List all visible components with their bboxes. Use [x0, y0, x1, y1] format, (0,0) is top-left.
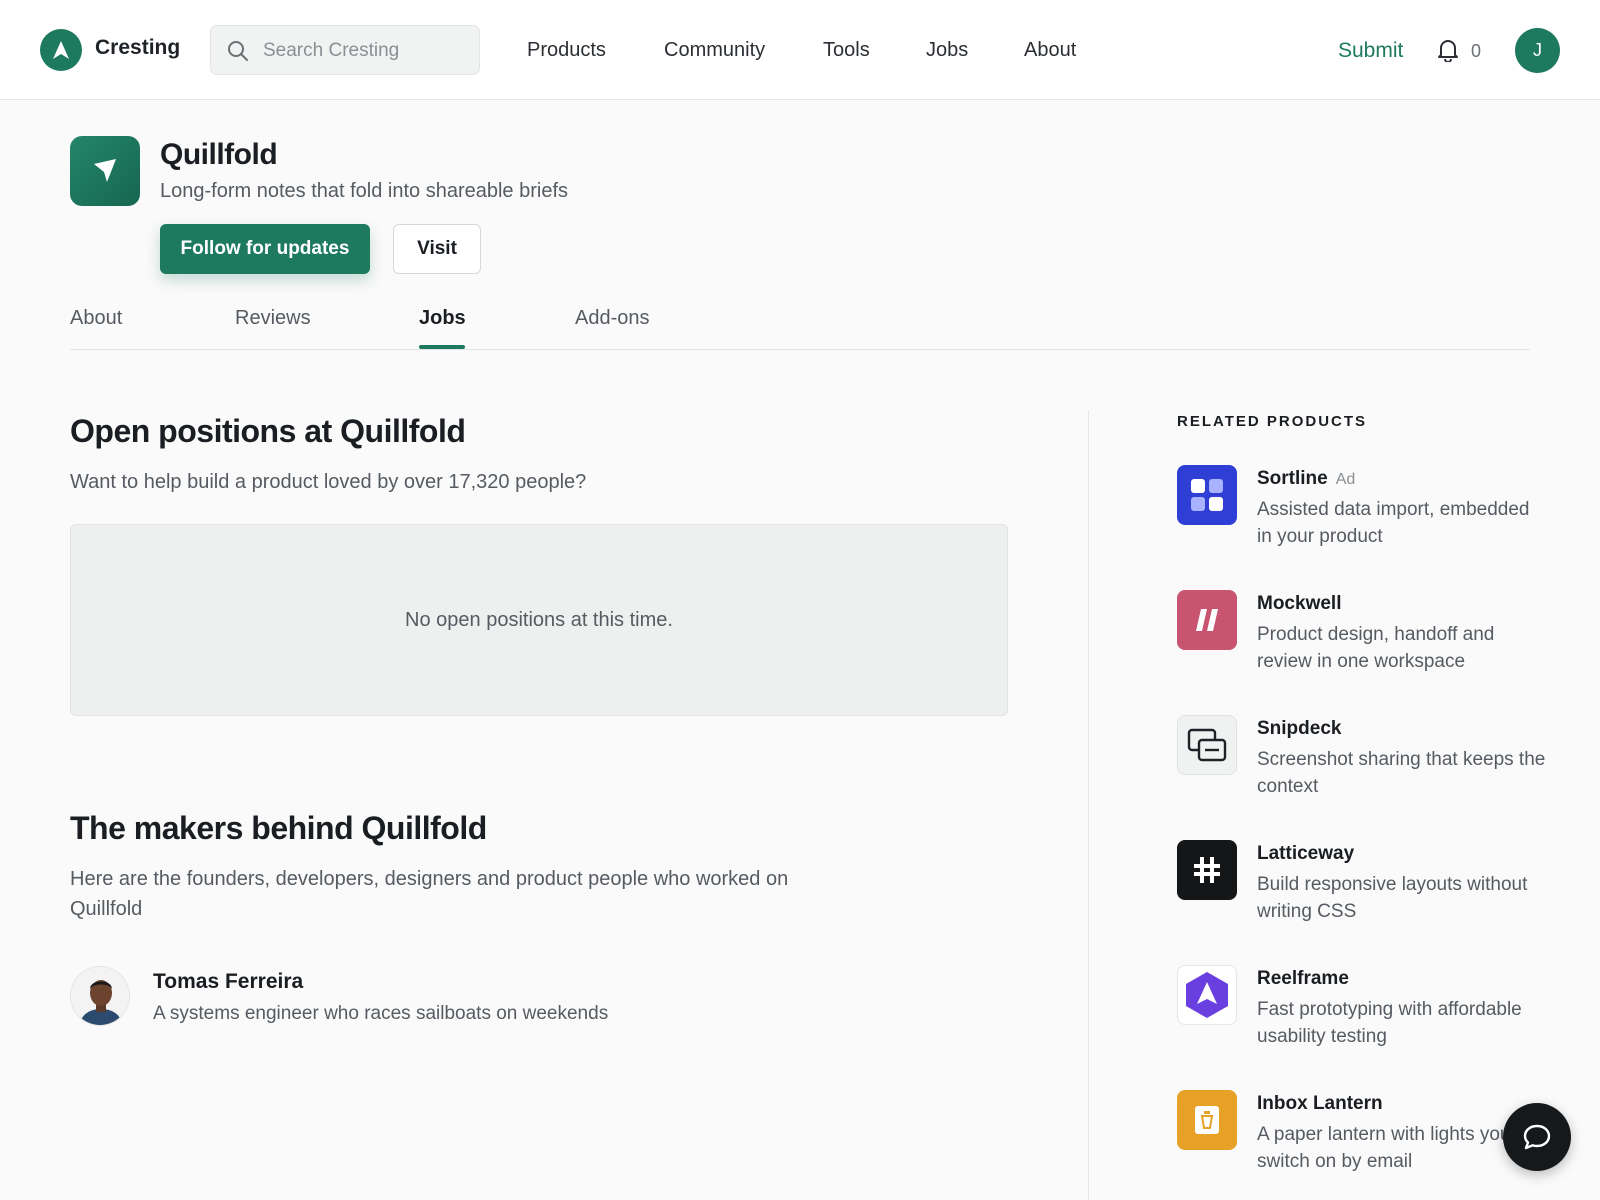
top-header: Cresting Products Community Tools Jobs A…	[0, 0, 1600, 100]
related-product-name[interactable]: Reelframe	[1257, 968, 1349, 990]
related-product-snipdeck[interactable]: Snipdeck Screenshot sharing that keeps t…	[1177, 715, 1557, 825]
submit-link[interactable]: Submit	[1338, 39, 1403, 63]
jobs-subtitle: Want to help build a product loved by ov…	[70, 471, 587, 493]
nav-tools[interactable]: Tools	[823, 39, 870, 62]
related-product-mockwell[interactable]: Mockwell Product design, handoff and rev…	[1177, 590, 1557, 700]
active-tab-indicator	[419, 345, 465, 349]
screens-icon	[1177, 715, 1237, 775]
search-icon	[228, 41, 248, 61]
product-title: Quillfold	[160, 138, 278, 171]
tab-jobs[interactable]: Jobs	[419, 307, 466, 330]
follow-button[interactable]: Follow for updates	[160, 224, 370, 274]
hash-icon	[1177, 840, 1237, 900]
jobs-heading: Open positions at Quillfold	[70, 413, 466, 449]
hexagon-icon	[1177, 965, 1237, 1025]
makers-subtitle: Here are the founders, developers, desig…	[70, 868, 789, 920]
tab-add-ons[interactable]: Add-ons	[575, 307, 650, 330]
nav-about[interactable]: About	[1024, 39, 1076, 62]
user-avatar[interactable]: J	[1515, 28, 1560, 73]
chat-bubble-icon	[1523, 1124, 1551, 1150]
search-bar[interactable]	[210, 25, 480, 75]
visit-button[interactable]: Visit	[393, 224, 481, 274]
product-tabs: About Reviews Jobs Add-ons	[70, 300, 1530, 350]
related-product-reelframe[interactable]: Reelframe Fast prototyping with affordab…	[1177, 965, 1557, 1075]
related-product-name: Sortline Ad	[1257, 468, 1356, 489]
jobs-empty-state: No open positions at this time.	[70, 524, 1008, 716]
nav-products[interactable]: Products	[527, 39, 606, 62]
related-product-name[interactable]: Latticeway	[1257, 843, 1354, 865]
related-products-heading: RELATED PRODUCTS	[1177, 413, 1368, 430]
product-logo-icon	[70, 136, 140, 206]
related-product-desc: Screenshot sharing that keeps the contex…	[1257, 749, 1546, 797]
product-tagline: Long-form notes that fold into shareable…	[160, 180, 569, 202]
related-product-desc: Assisted data import, embedded in your p…	[1257, 499, 1530, 547]
related-product-latticeway[interactable]: Latticeway Build responsive layouts with…	[1177, 840, 1557, 950]
ad-badge: Ad	[1335, 471, 1356, 488]
search-input[interactable]	[263, 36, 463, 66]
logo-text[interactable]: Cresting	[95, 36, 180, 60]
empty-message: No open positions at this time.	[405, 608, 673, 631]
makers-heading: The makers behind Quillfold	[70, 810, 487, 846]
cresting-logo-icon[interactable]	[40, 29, 82, 71]
lantern-icon	[1177, 1090, 1237, 1150]
related-product-desc: Product design, handoff and review in on…	[1257, 624, 1495, 672]
bell-icon[interactable]	[1437, 38, 1459, 62]
maker-name[interactable]: Tomas Ferreira	[153, 970, 303, 994]
grid-icon	[1177, 465, 1237, 525]
related-product-desc: Fast prototyping with affordable usabili…	[1257, 999, 1522, 1047]
maker-avatar[interactable]	[70, 966, 130, 1026]
tab-about[interactable]: About	[70, 307, 122, 330]
related-product-inbox-lantern[interactable]: Inbox Lantern A paper lantern with light…	[1177, 1090, 1557, 1200]
maker-bio: A systems engineer who races sailboats o…	[153, 1003, 609, 1024]
tab-reviews[interactable]: Reviews	[235, 307, 311, 330]
related-product-desc: Build responsive layouts without writing…	[1257, 874, 1528, 922]
related-product-name[interactable]: Inbox Lantern	[1257, 1093, 1383, 1115]
chat-button[interactable]	[1503, 1103, 1571, 1171]
slash-icon	[1177, 590, 1237, 650]
related-product-name[interactable]: Mockwell	[1257, 593, 1341, 615]
nav-jobs[interactable]: Jobs	[926, 39, 968, 62]
sidebar-divider	[1088, 410, 1089, 1200]
nav-community[interactable]: Community	[664, 39, 765, 62]
related-product-sortline[interactable]: Sortline Ad Assisted data import, embedde…	[1177, 465, 1557, 575]
related-product-name[interactable]: Snipdeck	[1257, 718, 1341, 740]
notification-count: 0	[1471, 41, 1482, 61]
